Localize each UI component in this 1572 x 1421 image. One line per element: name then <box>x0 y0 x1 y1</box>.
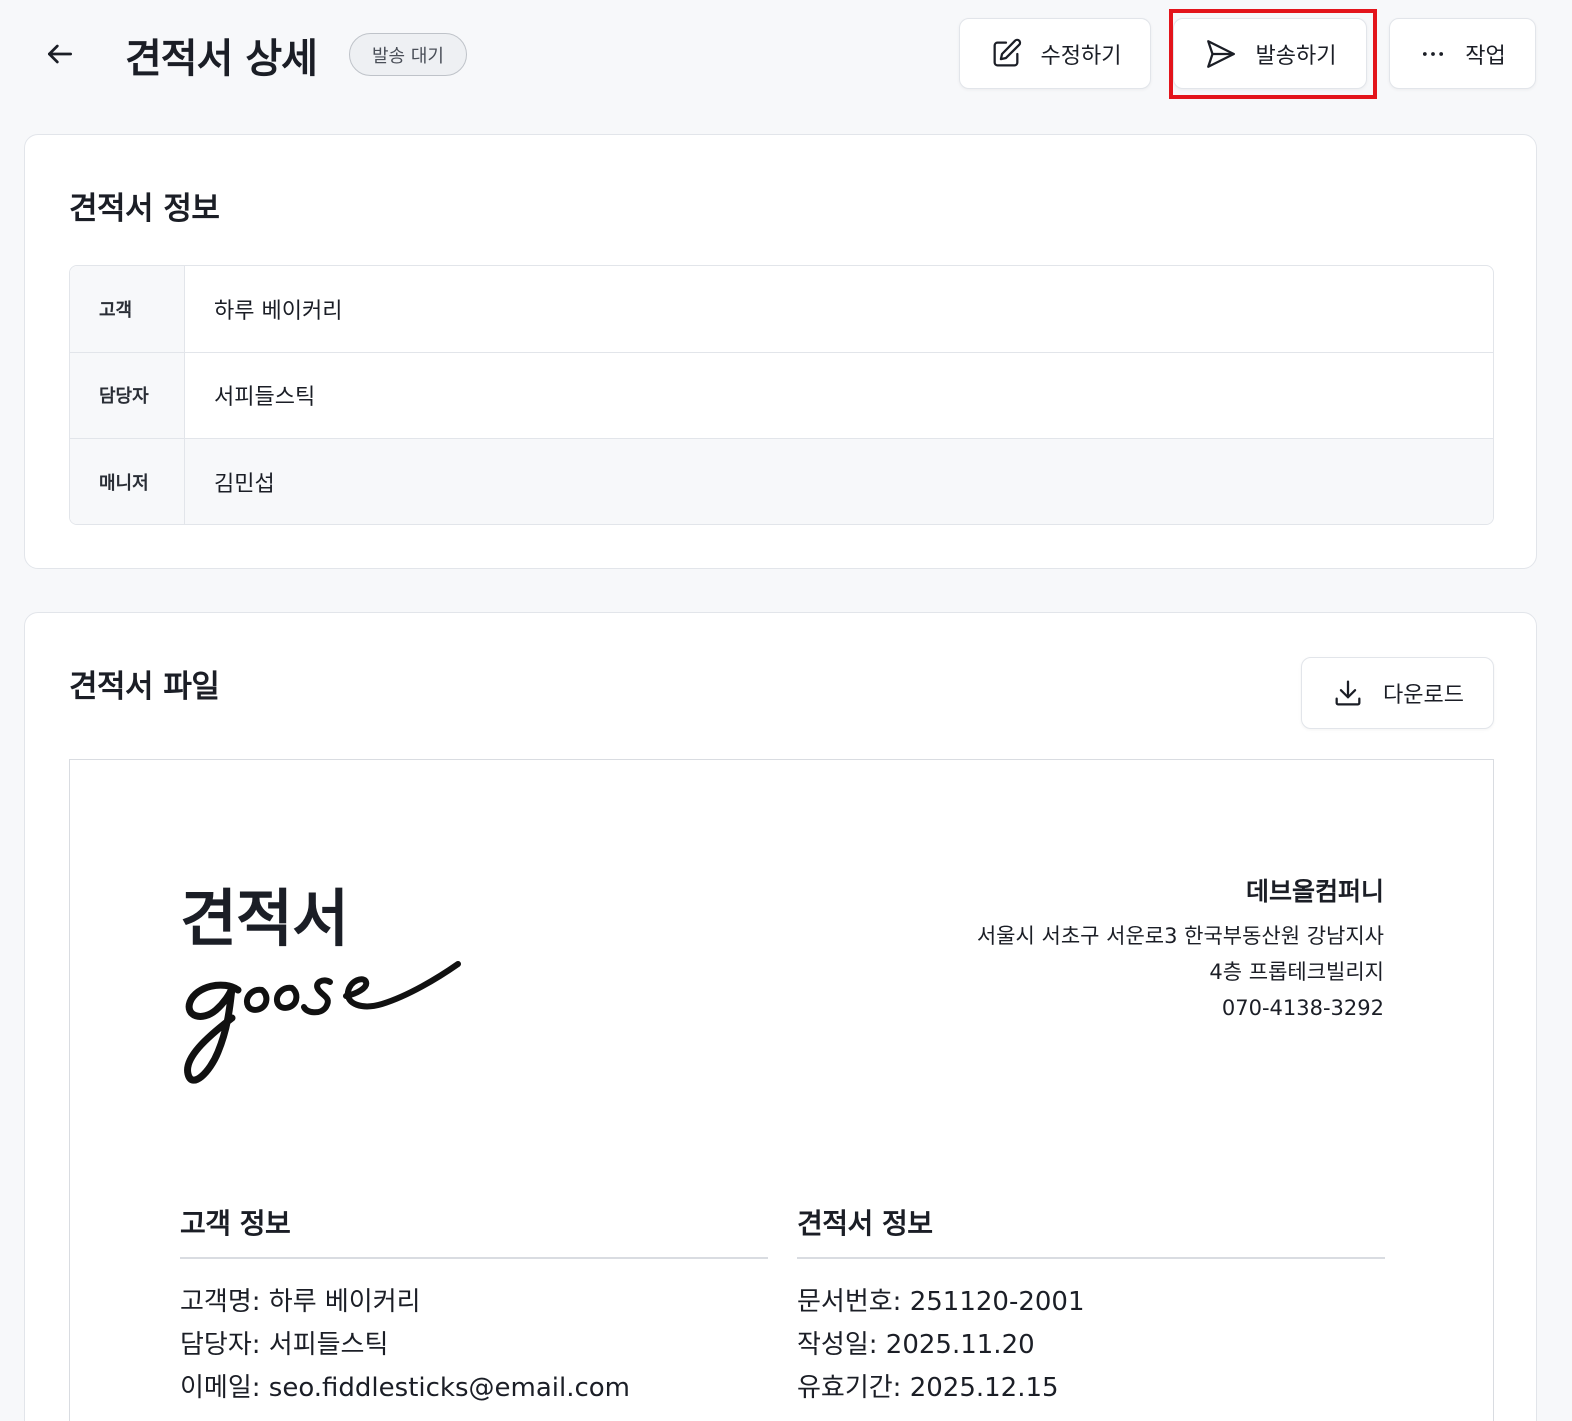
send-button-label: 발송하기 <box>1255 43 1337 69</box>
edit-button-label: 수정하기 <box>1040 43 1122 69</box>
download-button-label: 다운로드 <box>1383 683 1464 708</box>
company-phone: 070-4138-3292 <box>1221 996 1384 1020</box>
info-row-manager: 매니저 김민섭 <box>70 439 1493 524</box>
customer-info-line: 고객명: 하루 베이커리 <box>180 1287 421 1317</box>
info-value: 서피들스틱 <box>214 385 316 411</box>
pencil-icon <box>993 38 1021 66</box>
customer-info-line: 이메일: seo.fiddlesticks@email.com <box>180 1373 631 1403</box>
edit-button[interactable]: 수정하기 <box>959 18 1151 89</box>
info-label: 고객 <box>70 266 185 352</box>
arrow-left-icon <box>48 44 72 64</box>
quote-file-card: 견적서 파일 다운로드 견적서 데브올컴퍼니 서울시 서초구 서운로3 한국부동… <box>24 612 1537 1421</box>
quote-info-title: 견적서 정보 <box>69 191 220 227</box>
customer-info-heading: 고객 정보 <box>180 1202 768 1259</box>
download-icon <box>1335 680 1361 706</box>
send-icon <box>1206 39 1235 68</box>
quote-detail-section: 견적서 정보 문서번호: 251120-2001 작성일: 2025.11.20… <box>797 1202 1385 1410</box>
info-row-customer: 고객 하루 베이커리 <box>70 266 1493 353</box>
company-block: 데브올컴퍼니 서울시 서초구 서운로3 한국부동산원 강남지사 4층 프롭테크빌… <box>977 872 1384 1026</box>
quote-info-table: 고객 하루 베이커리 담당자 서피들스틱 매니저 김민섭 <box>69 265 1494 525</box>
company-address-1: 서울시 서초구 서운로3 한국부동산원 강남지사 <box>976 924 1384 948</box>
quote-file-title: 견적서 파일 <box>69 669 220 705</box>
info-row-contact: 담당자 서피들스틱 <box>70 352 1493 440</box>
download-button[interactable]: 다운로드 <box>1301 657 1494 729</box>
company-name: 데브올컴퍼니 <box>1245 877 1384 906</box>
document-title: 견적서 <box>180 882 349 955</box>
page-title: 견적서 상세 <box>125 36 318 82</box>
quote-detail-heading: 견적서 정보 <box>797 1202 1385 1259</box>
signature-image <box>184 961 461 1084</box>
info-value: 김민섭 <box>214 472 275 498</box>
more-horizontal-icon <box>1423 51 1444 56</box>
quote-detail-line: 문서번호: 251120-2001 <box>797 1287 1085 1317</box>
quote-detail-line: 작성일: 2025.11.20 <box>797 1330 1035 1360</box>
customer-info-section: 고객 정보 고객명: 하루 베이커리 담당자: 서피들스틱 이메일: seo.f… <box>180 1202 768 1410</box>
more-actions-label: 작업 <box>1465 43 1506 69</box>
info-label: 매니저 <box>70 439 185 524</box>
more-actions-button[interactable]: 작업 <box>1389 18 1536 89</box>
company-address-2: 4층 프롭테크빌리지 <box>1209 960 1384 984</box>
quote-info-card: 견적서 정보 고객 하루 베이커리 담당자 서피들스틱 매니저 김민섭 <box>24 134 1537 569</box>
send-button[interactable]: 발송하기 <box>1173 18 1367 89</box>
info-value: 하루 베이커리 <box>214 298 343 324</box>
back-button[interactable] <box>38 34 82 74</box>
status-badge: 발송 대기 <box>349 33 467 76</box>
info-label: 담당자 <box>70 352 185 439</box>
document-preview[interactable]: 견적서 데브올컴퍼니 서울시 서초구 서운로3 한국부동산원 강남지사 4층 프… <box>69 759 1494 1421</box>
quote-detail-line: 유효기간: 2025.12.15 <box>797 1373 1059 1403</box>
customer-info-line: 담당자: 서피들스틱 <box>180 1330 389 1360</box>
page-header: 견적서 상세 발송 대기 수정하기 발송하기 작업 <box>0 0 1572 110</box>
